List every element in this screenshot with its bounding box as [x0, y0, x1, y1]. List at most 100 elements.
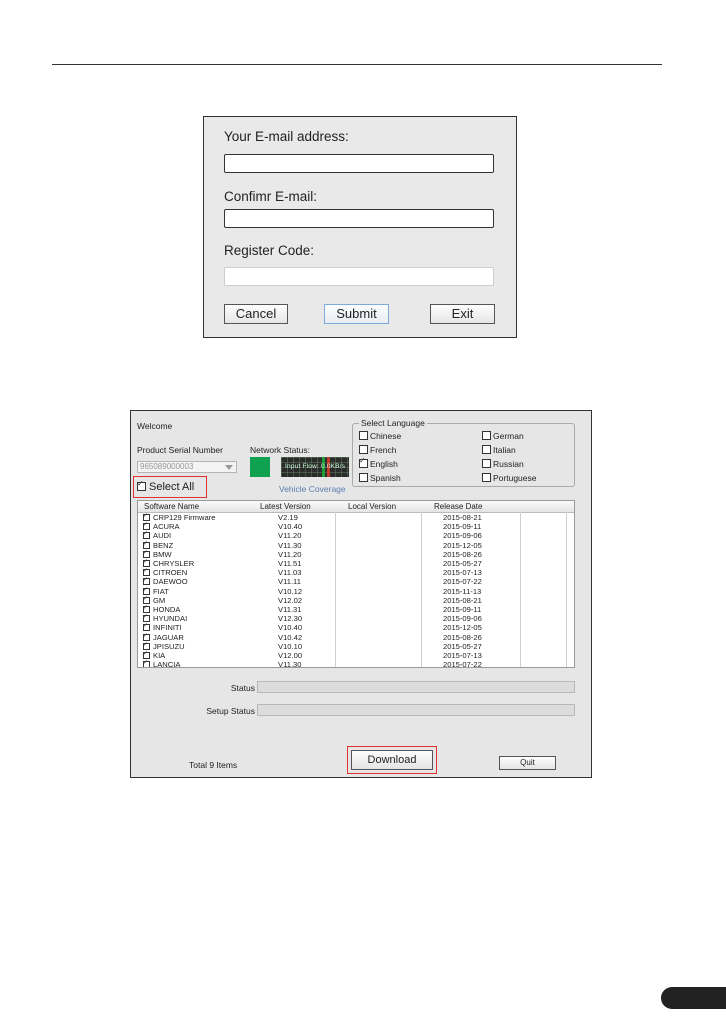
software-name-cell: JAGUAR	[143, 632, 184, 642]
latest-version-cell: V10.40	[278, 623, 303, 633]
table-row[interactable]: LANCIA V11.30 2015-07-22	[138, 659, 574, 667]
checkbox-checked-icon[interactable]	[143, 622, 150, 632]
checkbox-checked-icon[interactable]	[143, 586, 150, 595]
column-local-version[interactable]: Local Version	[348, 502, 396, 511]
register-code-field[interactable]	[224, 267, 494, 286]
submit-button[interactable]: Submit	[324, 304, 389, 324]
chevron-down-icon	[225, 465, 233, 470]
software-name-cell: CRP129 Firmware	[143, 512, 215, 522]
welcome-text: Welcome	[137, 421, 173, 431]
checkbox-checked-icon[interactable]	[143, 650, 150, 659]
language-english[interactable]: English	[359, 456, 398, 469]
latest-version-cell: V11.20	[278, 549, 302, 559]
confirm-email-field[interactable]	[224, 209, 494, 228]
register-dialog: Your E-mail address: Confimr E-mail: Reg…	[203, 116, 517, 338]
table-row[interactable]: ACURA V10.40 2015-09-11	[138, 521, 574, 532]
release-date-cell: 2015-05-27	[443, 641, 482, 651]
language-spanish[interactable]: Spanish	[359, 473, 401, 483]
language-portuguese[interactable]: Portuguese	[482, 473, 536, 483]
table-row[interactable]: FIATV10.122015-11-13	[138, 586, 574, 596]
checkbox-checked-icon[interactable]	[143, 558, 150, 567]
latest-version-cell: V12.30	[278, 614, 303, 624]
table-row[interactable]: CRP129 Firmware V2.19 2015-08-21	[138, 512, 574, 522]
checkbox-icon	[482, 473, 491, 483]
checkbox-checked-icon[interactable]	[143, 595, 150, 604]
software-name-cell: ACURA	[143, 521, 180, 531]
serial-value: 965089000003	[140, 462, 194, 471]
email-label: Your E-mail address:	[224, 129, 349, 144]
total-items-text: Total 9 Items	[189, 760, 238, 770]
checkbox-icon	[482, 445, 491, 455]
table-header: Software Name Latest Version Local Versi…	[138, 501, 574, 513]
download-button[interactable]: Download	[351, 750, 433, 770]
checkbox-checked-icon[interactable]	[143, 604, 150, 613]
table-row[interactable]: HYUNDAI V12.30 2015-09-06	[138, 613, 574, 624]
checkbox-icon	[359, 431, 368, 441]
checkbox-checked-icon	[137, 479, 146, 491]
table-row[interactable]: GMV12.022015-08-21	[138, 595, 574, 605]
latest-version-cell: V11.03	[278, 568, 302, 578]
checkbox-checked-icon[interactable]	[143, 567, 150, 577]
table-row[interactable]: CHRYSLER V11.51 2015-05-27	[138, 558, 574, 568]
latest-version-cell: V11.30	[278, 540, 302, 550]
software-name-cell: INFINITI	[143, 622, 182, 632]
language-chinese[interactable]: Chinese	[359, 431, 401, 441]
table-row[interactable]: KIAV12.002015-07-13	[138, 650, 574, 660]
table-row[interactable]: BMWV11.202015-08-26	[138, 549, 574, 559]
latest-version-cell: V10.40	[278, 522, 303, 532]
checkbox-checked-icon[interactable]	[143, 512, 150, 521]
language-group: Select Language Chinese French English S…	[352, 418, 575, 487]
release-date-cell: 2015-09-06	[443, 531, 482, 541]
checkbox-checked-icon[interactable]	[143, 549, 150, 558]
release-date-cell: 2015-05-27	[443, 559, 482, 568]
table-row[interactable]: DAEWOO V11.11 2015-07-22	[138, 576, 574, 586]
network-status-indicator	[250, 457, 270, 477]
quit-button[interactable]: Quit	[499, 756, 556, 770]
latest-version-cell: V11.20	[278, 531, 302, 541]
checkbox-checked-icon[interactable]	[143, 530, 150, 540]
serial-select[interactable]: 965089000003	[137, 461, 237, 473]
cancel-button[interactable]: Cancel	[224, 304, 288, 324]
language-italian[interactable]: Italian	[482, 445, 516, 455]
language-french[interactable]: French	[359, 445, 396, 455]
table-row[interactable]: CITROEN V11.03 2015-07-13	[138, 567, 574, 578]
checkbox-checked-icon[interactable]	[143, 576, 150, 586]
serial-label: Product Serial Number	[137, 445, 223, 455]
checkbox-checked-icon[interactable]	[143, 540, 150, 549]
checkbox-checked-icon[interactable]	[143, 641, 150, 650]
table-row[interactable]: JAGUAR V10.42 2015-08-26	[138, 632, 574, 642]
checkbox-checked-icon[interactable]	[143, 659, 150, 667]
checkbox-checked-icon[interactable]	[143, 521, 150, 531]
software-name-cell: CHRYSLER	[143, 558, 194, 568]
confirm-email-label: Confimr E-mail:	[224, 189, 318, 204]
table-row[interactable]: BENZV11.302015-12-05	[138, 540, 574, 550]
latest-version-cell: V11.31	[278, 605, 302, 614]
checkbox-checked-icon[interactable]	[143, 632, 150, 641]
software-name-cell: DAEWOO	[143, 576, 188, 586]
column-release-date[interactable]: Release Date	[434, 502, 482, 511]
table-row[interactable]: HONDA V11.31 2015-09-11	[138, 604, 574, 614]
update-window: Welcome Product Serial Number 9650890000…	[130, 410, 592, 778]
email-field[interactable]	[224, 154, 494, 173]
page-number-tab	[661, 987, 726, 1009]
language-german[interactable]: German	[482, 431, 524, 441]
select-all-checkbox[interactable]: Select All	[137, 479, 195, 493]
table-row[interactable]: INFINITI V10.40 2015-12-05	[138, 622, 574, 633]
select-all-label: Select All	[149, 481, 195, 493]
exit-button[interactable]: Exit	[430, 304, 495, 324]
software-name-cell: LANCIA	[143, 659, 180, 667]
checkbox-icon	[359, 473, 368, 483]
release-date-cell: 2015-08-26	[443, 632, 482, 642]
table-row[interactable]: AUDIV11.202015-09-06	[138, 530, 574, 541]
table-row[interactable]: JPISUZU V10.10 2015-05-27	[138, 641, 574, 651]
column-software-name[interactable]: Software Name	[144, 502, 199, 511]
checkbox-icon	[359, 445, 368, 455]
checkbox-checked-icon[interactable]	[143, 613, 150, 623]
latest-version-cell: V10.42	[278, 632, 303, 642]
vehicle-coverage-link[interactable]: Vehicle Coverage	[279, 484, 346, 494]
column-latest-version[interactable]: Latest Version	[260, 502, 311, 511]
checkbox-icon	[482, 459, 491, 469]
language-russian[interactable]: Russian	[482, 459, 524, 469]
latest-version-cell: V11.51	[278, 559, 302, 568]
latest-version-cell: V12.00	[278, 651, 303, 660]
